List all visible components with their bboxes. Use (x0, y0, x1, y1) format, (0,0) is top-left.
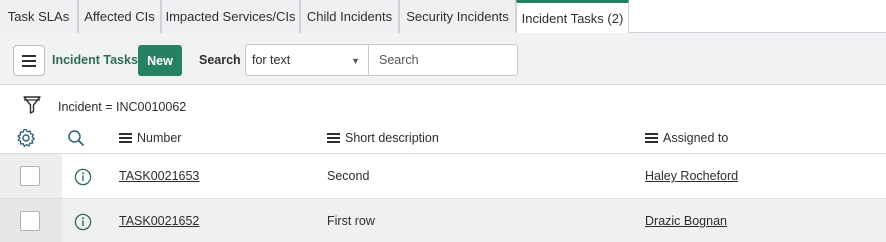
tab-impacted-services[interactable]: Impacted Services/CIs (161, 0, 300, 33)
list-column-icon[interactable] (645, 131, 658, 145)
tab-label: Incident Tasks (2) (521, 11, 624, 26)
search-field-select[interactable]: for text ▼ (245, 44, 369, 76)
tab-label: Impacted Services/CIs (165, 9, 296, 24)
new-button[interactable]: New (138, 45, 182, 76)
filter-icon[interactable] (22, 95, 42, 115)
filter-breadcrumb[interactable]: Incident = INC0010062 (58, 100, 186, 114)
list-title[interactable]: Incident Tasks (52, 53, 138, 67)
column-header-assigned-to[interactable]: Assigned to (645, 131, 728, 145)
related-list-tabs: Task SLAs Affected CIs Impacted Services… (0, 0, 886, 34)
row-select-cell (0, 199, 62, 242)
list-menu-button[interactable] (13, 45, 45, 76)
short-description: First row (327, 214, 375, 228)
search-label: Search (199, 53, 241, 67)
tab-label: Child Incidents (306, 9, 393, 24)
column-header-label: Assigned to (663, 131, 729, 145)
search-field-value: for text (252, 53, 291, 67)
dropdown-arrow-icon: ▼ (351, 56, 360, 66)
tab-affected-cis[interactable]: Affected CIs (78, 0, 161, 33)
tab-label: Affected CIs (84, 9, 155, 24)
assigned-to-link[interactable]: Haley Rocheford (645, 169, 738, 183)
column-header-label: Short description (345, 131, 439, 145)
list-column-icon[interactable] (119, 131, 132, 145)
row-checkbox[interactable] (20, 211, 40, 231)
tab-child-incidents[interactable]: Child Incidents (300, 0, 399, 33)
task-number-link[interactable]: TASK0021652 (119, 214, 199, 228)
row-select-cell (0, 154, 62, 198)
column-header-number[interactable]: Number (119, 131, 181, 145)
table-row: TASK0021652 First row Drazic Bognan (0, 198, 886, 242)
info-icon[interactable] (74, 213, 92, 231)
assigned-to-link[interactable]: Drazic Bognan (645, 214, 727, 228)
column-header-short-description[interactable]: Short description (327, 131, 439, 145)
row-checkbox[interactable] (20, 166, 40, 186)
list-toolbar: Incident Tasks New Search for text ▼ (0, 33, 886, 85)
table-row: TASK0021653 Second Haley Rocheford (0, 153, 886, 198)
tab-task-slas[interactable]: Task SLAs (0, 0, 78, 33)
tab-incident-tasks[interactable]: Incident Tasks (2) (516, 0, 629, 34)
column-header-label: Number (137, 131, 182, 145)
tab-security-incidents[interactable]: Security Incidents (399, 0, 516, 33)
gear-icon[interactable] (16, 128, 36, 148)
list-column-icon[interactable] (327, 131, 340, 145)
search-icon[interactable] (67, 129, 85, 147)
tab-label: Task SLAs (7, 9, 70, 24)
search-input[interactable] (368, 44, 518, 76)
info-icon[interactable] (74, 168, 92, 186)
filter-row: Incident = INC0010062 (0, 85, 886, 123)
short-description: Second (327, 169, 370, 183)
table-header: Number Short description Assigned to (0, 123, 886, 153)
menu-icon (22, 54, 36, 67)
tab-label: Security Incidents (406, 9, 509, 24)
task-number-link[interactable]: TASK0021653 (119, 169, 199, 183)
